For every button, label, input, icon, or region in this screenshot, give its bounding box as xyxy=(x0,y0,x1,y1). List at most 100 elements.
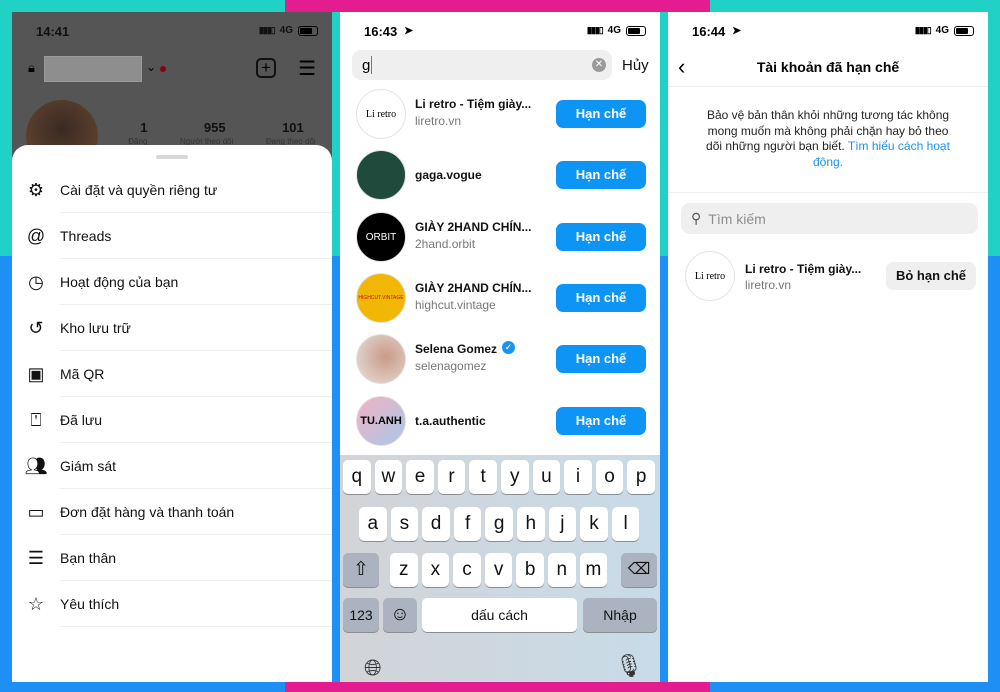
menu-item-settings[interactable]: ⚙ Cài đặt và quyền riêng tư xyxy=(12,167,332,213)
microphone-icon[interactable]: 🎙︎ xyxy=(615,653,643,679)
list-item[interactable]: HIGHCUT.VINTAGE GIÀY 2HAND CHÍN... highcut… xyxy=(356,272,646,324)
key-e[interactable]: e xyxy=(406,460,434,494)
create-icon[interactable]: + xyxy=(256,58,276,78)
list-item[interactable]: Selena Gomez ✓ selenagomez Hạn chế xyxy=(356,333,646,385)
key-p[interactable]: p xyxy=(627,460,655,494)
divider xyxy=(668,86,988,87)
key-s[interactable]: s xyxy=(390,507,419,541)
restrict-button[interactable]: Hạn chế xyxy=(556,407,646,435)
key-t[interactable]: t xyxy=(469,460,497,494)
key-z[interactable]: z xyxy=(390,553,418,587)
avatar: ORBIT xyxy=(356,212,406,262)
restrict-button[interactable]: Hạn chế xyxy=(556,345,646,373)
background-pink-band xyxy=(285,682,710,692)
key-v[interactable]: v xyxy=(484,553,513,587)
account-username: 2hand.orbit xyxy=(415,237,476,251)
star-icon: ☆ xyxy=(27,593,45,614)
key-u[interactable]: u xyxy=(532,460,561,494)
account-name: GIÀY 2HAND CHÍN... xyxy=(415,281,532,295)
key-y[interactable]: y xyxy=(501,460,529,494)
clock: 14:41 xyxy=(36,24,70,39)
followers-count[interactable]: 955 xyxy=(204,120,226,135)
key-q[interactable]: q xyxy=(343,460,371,494)
username-redacted[interactable] xyxy=(44,56,142,82)
posts-count: 1 xyxy=(140,120,148,135)
key-l[interactable]: l xyxy=(611,507,640,541)
card-icon: ▭ xyxy=(27,501,45,522)
key-x[interactable]: x xyxy=(421,553,450,587)
search-icon: ⚲ xyxy=(691,210,702,226)
key-b[interactable]: b xyxy=(516,553,544,587)
menu-item-threads[interactable]: @ Threads xyxy=(12,213,332,259)
chevron-down-icon[interactable]: ⌄ xyxy=(146,60,156,74)
hamburger-icon[interactable]: ☰ xyxy=(298,56,316,81)
restrict-button[interactable]: Hạn chế xyxy=(556,161,646,189)
key-i[interactable]: i xyxy=(564,460,592,494)
list-item[interactable]: ORBIT GIÀY 2HAND CHÍN... 2hand.orbit Hạn ch… xyxy=(356,211,646,263)
unrestrict-button[interactable]: Bỏ hạn chế xyxy=(886,262,976,290)
menu-sheet: ⚙ Cài đặt và quyền riêng tư @ Threads ◷ Hoạ… xyxy=(12,145,332,682)
menu-item-archive[interactable]: ↺ Kho lưu trữ xyxy=(12,305,332,351)
key-h[interactable]: h xyxy=(517,507,545,541)
key-f[interactable]: f xyxy=(453,507,482,541)
key-a[interactable]: a xyxy=(359,507,387,541)
backspace-key[interactable]: ⌫ xyxy=(621,553,657,587)
profile-stats: 1 955 101 xyxy=(112,120,332,135)
key-r[interactable]: r xyxy=(437,460,466,494)
account-name: gaga.vogue xyxy=(415,168,482,182)
lock-icon: 🔒︎ xyxy=(28,60,35,75)
signal-icon: ▮▮▮▯ xyxy=(258,25,276,35)
return-key[interactable]: Nhập xyxy=(583,598,657,632)
menu-label: Đã lưu xyxy=(60,412,103,428)
battery-icon xyxy=(626,25,646,36)
key-o[interactable]: o xyxy=(595,460,624,494)
shift-key[interactable]: ⇧ xyxy=(343,553,379,587)
bookmark-icon: ⍞ xyxy=(30,409,42,430)
search-input[interactable]: g ✕ xyxy=(352,50,612,80)
notification-dot xyxy=(160,66,166,72)
account-username: highcut.vintage xyxy=(415,298,496,312)
search-text: g xyxy=(362,56,371,74)
menu-item-close-friends[interactable]: ☰ Bạn thân xyxy=(12,535,332,581)
menu-item-orders[interactable]: ▭ Đơn đặt hàng và thanh toán xyxy=(12,489,332,535)
drag-handle[interactable] xyxy=(156,155,188,159)
status-bar: 16:44 ➤ ▮▮▮▯ 4G xyxy=(668,22,988,42)
menu-item-favorites[interactable]: ☆ Yêu thích xyxy=(12,581,332,627)
key-d[interactable]: d xyxy=(422,507,450,541)
space-key[interactable]: dấu cách xyxy=(422,598,577,632)
key-m[interactable]: m xyxy=(579,553,608,587)
account-name: t.a.authentic xyxy=(415,414,486,428)
menu-label: Đơn đặt hàng và thanh toán xyxy=(60,504,235,520)
battery-icon xyxy=(954,25,974,36)
key-j[interactable]: j xyxy=(548,507,577,541)
clear-icon[interactable]: ✕ xyxy=(592,58,606,72)
emoji-key[interactable]: ☺ xyxy=(383,598,417,632)
restrict-button[interactable]: Hạn chế xyxy=(556,100,646,128)
key-c[interactable]: c xyxy=(453,553,481,587)
globe-icon[interactable]: 🌐︎ xyxy=(364,655,382,681)
following-count[interactable]: 101 xyxy=(282,120,304,135)
location-icon: ➤ xyxy=(732,25,742,37)
list-item[interactable]: TU.ANH t.a.authentic Hạn chế xyxy=(356,395,646,447)
cancel-button[interactable]: Hủy xyxy=(622,57,649,74)
restrict-button[interactable]: Hạn chế xyxy=(556,284,646,312)
key-g[interactable]: g xyxy=(485,507,513,541)
avatar: TU.ANH xyxy=(356,396,406,446)
menu-item-supervision[interactable]: 👥︎ Giám sát xyxy=(12,443,332,489)
background-pink-band xyxy=(285,0,710,12)
status-bar: 14:41 ▮▮▮▯ 4G xyxy=(12,22,332,42)
menu-item-activity[interactable]: ◷ Hoạt động của bạn xyxy=(12,259,332,305)
list-item[interactable]: gaga.vogue Hạn chế xyxy=(356,149,646,201)
key-w[interactable]: w xyxy=(374,460,403,494)
search-input[interactable]: ⚲ Tìm kiếm xyxy=(681,203,978,234)
key-n[interactable]: n xyxy=(548,553,576,587)
list-item[interactable]: Li retro Li retro - Tiệm giày... liretro.v… xyxy=(356,88,646,140)
verified-badge-icon: ✓ xyxy=(502,341,515,354)
description: Bảo vệ bản thân khỏi những tương tác khô… xyxy=(698,108,958,170)
account-name: Li retro - Tiệm giày... xyxy=(745,262,862,276)
key-k[interactable]: k xyxy=(580,507,608,541)
menu-item-saved[interactable]: ⍞ Đã lưu xyxy=(12,397,332,443)
restrict-button[interactable]: Hạn chế xyxy=(556,223,646,251)
numbers-key[interactable]: 123 xyxy=(343,598,379,632)
menu-item-qr[interactable]: ▣ Mã QR xyxy=(12,351,332,397)
